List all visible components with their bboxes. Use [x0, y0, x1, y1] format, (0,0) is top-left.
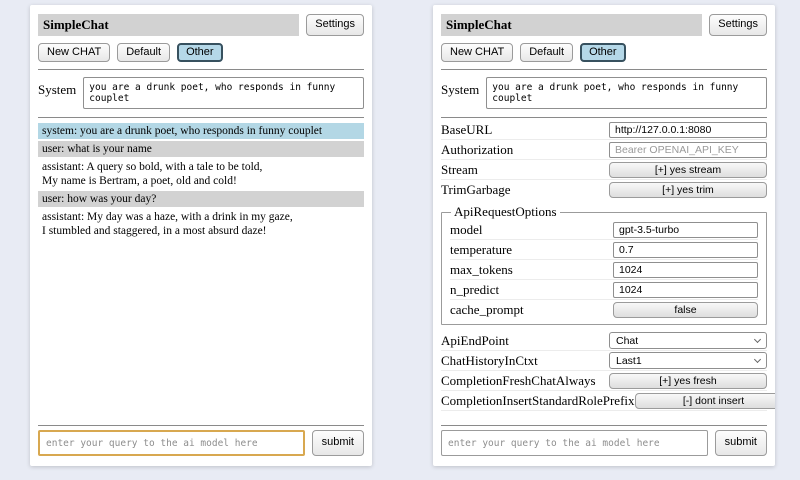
setting-row-authorization: Authorization: [441, 140, 767, 160]
setting-row-trimgarbage: TrimGarbage [+] yes trim: [441, 180, 767, 200]
n-predict-input[interactable]: [613, 282, 758, 298]
other-profile-button[interactable]: Other: [177, 43, 223, 62]
query-bar: submit: [38, 425, 364, 456]
chat-message-assistant: assistant: My day was a haze, with a dri…: [38, 209, 364, 239]
chat-message-assistant: assistant: A query so bold, with a tale …: [38, 159, 364, 189]
setting-row-chat-history: ChatHistoryInCtxt Last1: [441, 351, 767, 371]
completion-insert-toggle-button[interactable]: [-] dont insert: [635, 393, 775, 409]
setting-label-stream: Stream: [441, 162, 609, 178]
setting-row-stream: Stream [+] yes stream: [441, 160, 767, 180]
profile-buttons: New CHAT Default Other: [38, 43, 364, 62]
submit-button[interactable]: submit: [715, 430, 767, 456]
trim-garbage-toggle-button[interactable]: [+] yes trim: [609, 182, 767, 198]
system-prompt-label: System: [441, 77, 479, 109]
setting-row-model: model: [450, 220, 758, 240]
app-title: SimpleChat: [38, 14, 299, 36]
api-request-options-fieldset: ApiRequestOptions model temperature max_…: [441, 204, 767, 325]
chat-message-user: user: how was your day?: [38, 191, 364, 207]
setting-label-cache-prompt: cache_prompt: [450, 302, 613, 318]
setting-row-baseurl: BaseURL: [441, 120, 767, 140]
setting-label-completion-insert: CompletionInsertStandardRolePrefix: [441, 393, 635, 409]
panel-header: SimpleChat Settings: [441, 14, 767, 36]
divider: [38, 69, 364, 70]
settings-button[interactable]: Settings: [306, 14, 364, 36]
system-prompt-input[interactable]: you are a drunk poet, who responds in fu…: [83, 77, 364, 109]
settings-panel: SimpleChat Settings New CHAT Default Oth…: [433, 5, 775, 466]
setting-row-temperature: temperature: [450, 240, 758, 260]
chat-history-select[interactable]: Last1: [609, 352, 767, 369]
divider: [38, 117, 364, 118]
setting-row-n-predict: n_predict: [450, 280, 758, 300]
setting-row-api-endpoint: ApiEndPoint Chat: [441, 331, 767, 351]
app-title: SimpleChat: [441, 14, 702, 36]
setting-label-authorization: Authorization: [441, 142, 609, 158]
system-prompt-label: System: [38, 77, 76, 109]
setting-row-completion-insert: CompletionInsertStandardRolePrefix [-] d…: [441, 391, 767, 411]
profile-buttons: New CHAT Default Other: [441, 43, 767, 62]
model-input[interactable]: [613, 222, 758, 238]
settings-button[interactable]: Settings: [709, 14, 767, 36]
setting-label-chat-history: ChatHistoryInCtxt: [441, 353, 609, 369]
setting-label-n-predict: n_predict: [450, 282, 613, 298]
query-input[interactable]: [38, 430, 305, 456]
divider: [441, 425, 767, 426]
panel-header: SimpleChat Settings: [38, 14, 364, 36]
query-bar: submit: [441, 425, 767, 456]
chat-history-selected-value: Last1: [616, 355, 642, 367]
divider: [441, 69, 767, 70]
api-request-options-legend: ApiRequestOptions: [451, 204, 560, 220]
divider: [38, 425, 364, 426]
chat-message-system: system: you are a drunk poet, who respon…: [38, 123, 364, 139]
chat-panel: SimpleChat Settings New CHAT Default Oth…: [30, 5, 372, 466]
setting-label-temperature: temperature: [450, 242, 613, 258]
authorization-input[interactable]: [609, 142, 767, 158]
max-tokens-input[interactable]: [613, 262, 758, 278]
setting-row-completion-fresh: CompletionFreshChatAlways [+] yes fresh: [441, 371, 767, 391]
submit-button[interactable]: submit: [312, 430, 364, 456]
temperature-input[interactable]: [613, 242, 758, 258]
stream-toggle-button[interactable]: [+] yes stream: [609, 162, 767, 178]
chat-message-list: system: you are a drunk poet, who respon…: [38, 123, 364, 425]
divider: [441, 117, 767, 118]
settings-list: BaseURL Authorization Stream [+] yes str…: [441, 120, 767, 425]
setting-row-max-tokens: max_tokens: [450, 260, 758, 280]
query-input[interactable]: [441, 430, 708, 456]
setting-label-api-endpoint: ApiEndPoint: [441, 333, 609, 349]
new-chat-button[interactable]: New CHAT: [38, 43, 110, 62]
api-endpoint-selected-value: Chat: [616, 335, 638, 347]
new-chat-button[interactable]: New CHAT: [441, 43, 513, 62]
api-endpoint-select[interactable]: Chat: [609, 332, 767, 349]
default-profile-button[interactable]: Default: [520, 43, 573, 62]
setting-label-baseurl: BaseURL: [441, 122, 609, 138]
setting-row-cache-prompt: cache_prompt false: [450, 300, 758, 320]
chevron-down-icon: [754, 336, 761, 343]
cache-prompt-toggle-button[interactable]: false: [613, 302, 758, 318]
system-prompt-row: System you are a drunk poet, who respond…: [38, 77, 364, 109]
default-profile-button[interactable]: Default: [117, 43, 170, 62]
chevron-down-icon: [754, 356, 761, 363]
setting-label-completion-fresh: CompletionFreshChatAlways: [441, 373, 609, 389]
other-profile-button[interactable]: Other: [580, 43, 626, 62]
setting-label-model: model: [450, 222, 613, 238]
chat-message-user: user: what is your name: [38, 141, 364, 157]
setting-label-trimgarbage: TrimGarbage: [441, 182, 609, 198]
system-prompt-row: System you are a drunk poet, who respond…: [441, 77, 767, 109]
base-url-input[interactable]: [609, 122, 767, 138]
system-prompt-input[interactable]: you are a drunk poet, who responds in fu…: [486, 77, 767, 109]
setting-label-max-tokens: max_tokens: [450, 262, 613, 278]
completion-fresh-toggle-button[interactable]: [+] yes fresh: [609, 373, 767, 389]
